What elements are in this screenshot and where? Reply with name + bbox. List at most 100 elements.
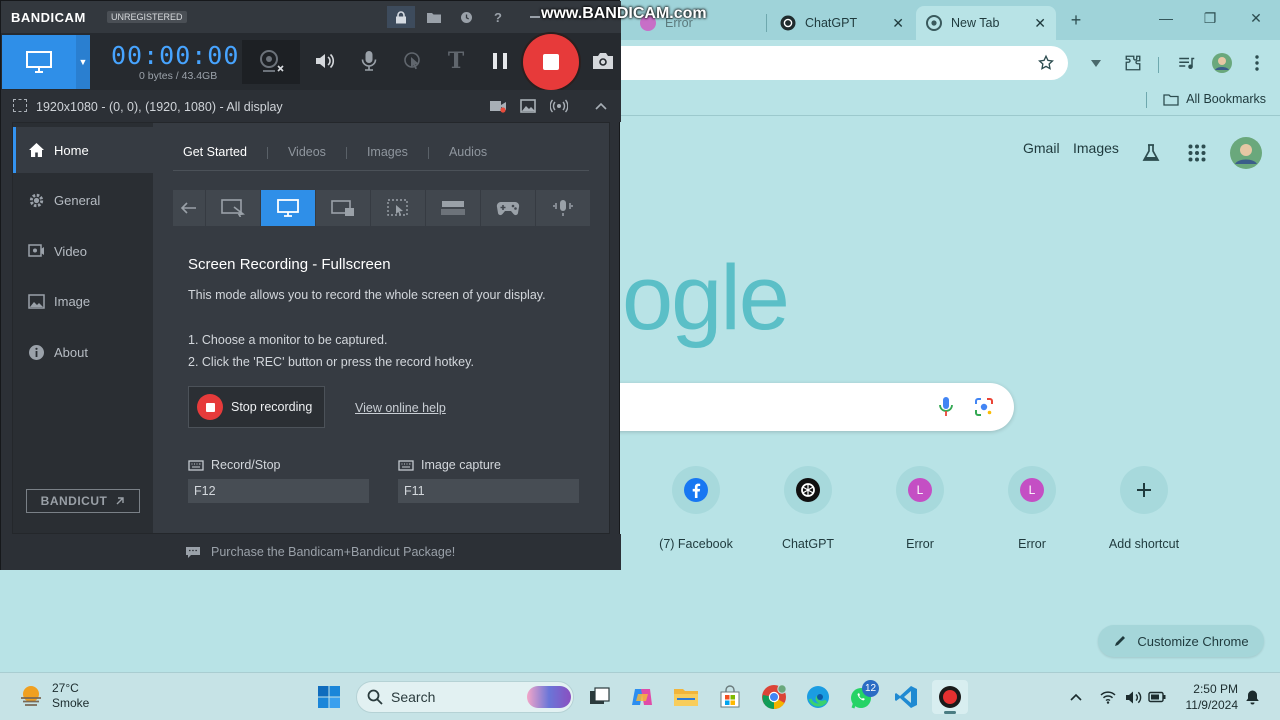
shortcut-icon-holder <box>784 466 832 514</box>
close-icon[interactable]: ✕ <box>892 15 904 32</box>
customize-chrome-label: Customize Chrome <box>1137 633 1249 649</box>
image-capture-settings-icon[interactable] <box>519 98 537 114</box>
microsoft-store-button[interactable] <box>714 681 746 713</box>
extensions-puzzle-icon[interactable] <box>1122 52 1144 74</box>
task-view-button[interactable] <box>584 681 616 713</box>
tab-get-started[interactable]: Get Started <box>173 143 257 159</box>
shortcut-add[interactable]: Add shortcut <box>1096 466 1192 551</box>
sidebar-item-image[interactable]: Image <box>13 278 153 324</box>
new-tab-plus-icon[interactable]: + <box>1066 10 1086 31</box>
mouse-area-icon <box>387 199 408 216</box>
fullscreen-mode-button[interactable] <box>2 35 76 89</box>
bandicut-button[interactable]: BANDICUT <box>26 489 140 513</box>
edge-button[interactable] <box>802 681 834 713</box>
apps-grid-icon[interactable] <box>1188 144 1206 167</box>
vscode-button[interactable] <box>890 681 922 713</box>
taskbar-clock[interactable]: 2:50 PM 11/9/2024 <box>1180 681 1239 713</box>
chrome-taskbar-button[interactable] <box>758 681 790 713</box>
help-question-icon[interactable]: ? <box>484 6 512 28</box>
stop-recording-inline-button[interactable]: Stop recording <box>188 386 325 428</box>
copilot-button[interactable] <box>626 681 658 713</box>
tab-audios[interactable]: Audios <box>439 143 497 159</box>
microphone-icon[interactable] <box>357 49 381 73</box>
mode-dropdown-chevron-icon[interactable]: ▼ <box>76 35 90 89</box>
webcam-toggle-button[interactable] <box>242 40 300 84</box>
mode-hdmi-button[interactable] <box>426 190 481 226</box>
purchase-package-link[interactable]: Purchase the Bandicam+Bandicut Package! <box>211 545 455 559</box>
chrome-logo-icon <box>762 684 787 709</box>
back-arrow-button[interactable] <box>173 190 206 226</box>
pause-icon[interactable] <box>488 49 512 73</box>
mode-locked-window-button[interactable] <box>316 190 371 226</box>
battery-icon[interactable] <box>1147 687 1167 707</box>
sidebar-item-video[interactable]: Video <box>13 228 153 274</box>
mode-audio-only-button[interactable] <box>536 190 591 226</box>
stop-recording-button[interactable] <box>523 34 579 90</box>
search-highlight-graphic-icon <box>527 686 571 708</box>
speaker-icon[interactable] <box>313 49 337 73</box>
notification-bell-icon[interactable] <box>1242 687 1262 707</box>
cursor-click-effect-icon[interactable] <box>401 49 425 73</box>
mode-around-mouse-button[interactable] <box>371 190 426 226</box>
close-window-icon[interactable]: ✕ <box>1244 10 1268 27</box>
screenshot-camera-icon[interactable] <box>591 49 615 73</box>
google-lens-icon[interactable] <box>974 397 994 422</box>
images-link[interactable]: Images <box>1073 140 1119 156</box>
profile-avatar-icon[interactable] <box>1211 52 1233 74</box>
address-bar[interactable] <box>560 46 1068 80</box>
show-hidden-icons-chevron-icon[interactable] <box>1066 687 1086 707</box>
mode-game-button[interactable] <box>481 190 536 226</box>
google-account-avatar[interactable] <box>1230 137 1262 174</box>
close-icon[interactable]: ✕ <box>1034 15 1046 32</box>
start-button[interactable] <box>313 681 345 713</box>
sidebar-item-about[interactable]: About <box>13 329 153 375</box>
video-record-settings-icon[interactable] <box>489 98 507 114</box>
sidebar-item-general[interactable]: General <box>13 177 153 223</box>
bandicam-footer: Purchase the Bandicam+Bandicut Package! <box>1 534 621 570</box>
view-online-help-link[interactable]: View online help <box>355 401 446 415</box>
minimize-icon[interactable]: — <box>1154 10 1178 26</box>
file-size-readout: 0 bytes / 43.4GB <box>139 70 218 82</box>
all-bookmarks-button[interactable]: All Bookmarks <box>1163 92 1266 106</box>
customize-chrome-button[interactable]: Customize Chrome <box>1098 625 1264 657</box>
clock-time: 2:50 PM <box>1193 682 1238 696</box>
file-explorer-button[interactable] <box>670 681 702 713</box>
bookmark-star-icon[interactable] <box>1035 52 1057 74</box>
live-broadcast-icon[interactable] <box>550 98 568 114</box>
labs-flask-icon[interactable] <box>1141 143 1161 168</box>
mode-fullscreen-button[interactable] <box>261 190 316 226</box>
shortcut-error-2[interactable]: L Error <box>984 466 1080 551</box>
extension-dropdown-icon[interactable] <box>1085 52 1107 74</box>
sidebar-item-home[interactable]: Home <box>13 127 153 173</box>
lock-icon[interactable] <box>387 6 415 28</box>
maximize-icon[interactable]: ❐ <box>1198 10 1222 27</box>
google-search-box[interactable] <box>560 383 1014 431</box>
shortcut-chatgpt[interactable]: ChatGPT <box>760 466 856 551</box>
record-stop-hotkey-label: Record/Stop <box>188 458 280 472</box>
media-controls-icon[interactable] <box>1175 52 1197 74</box>
text-overlay-icon[interactable]: T <box>444 48 468 74</box>
folder-icon[interactable] <box>420 6 448 28</box>
voice-search-mic-icon[interactable] <box>938 396 954 423</box>
tab-new-tab[interactable]: New Tab ✕ <box>916 6 1056 40</box>
shortcut-label: Error <box>906 537 934 551</box>
chrome-menu-icon[interactable] <box>1246 52 1268 74</box>
whatsapp-button[interactable]: 12 <box>846 680 880 713</box>
image-capture-hotkey-field[interactable]: F11 <box>398 479 579 503</box>
record-stop-hotkey-field[interactable]: F12 <box>188 479 369 503</box>
gmail-link[interactable]: Gmail <box>1023 140 1060 156</box>
clock-icon[interactable] <box>452 6 480 28</box>
tab-chatgpt[interactable]: ChatGPT ✕ <box>770 6 914 40</box>
tab-videos[interactable]: Videos <box>278 143 336 159</box>
volume-icon[interactable] <box>1123 687 1143 707</box>
weather-widget[interactable]: 27°C Smoke <box>18 681 89 711</box>
tab-images[interactable]: Images <box>357 143 418 159</box>
google-logo: ogle <box>622 247 790 349</box>
shortcut-error-1[interactable]: L Error <box>872 466 968 551</box>
shortcut-facebook[interactable]: (7) Facebook <box>648 466 744 551</box>
mode-rectangle-button[interactable] <box>206 190 261 226</box>
bandicam-taskbar-button[interactable] <box>932 680 968 714</box>
wifi-icon[interactable] <box>1098 687 1118 707</box>
taskbar-search-box[interactable]: Search <box>356 681 574 713</box>
collapse-chevron-up-icon[interactable] <box>592 98 610 114</box>
